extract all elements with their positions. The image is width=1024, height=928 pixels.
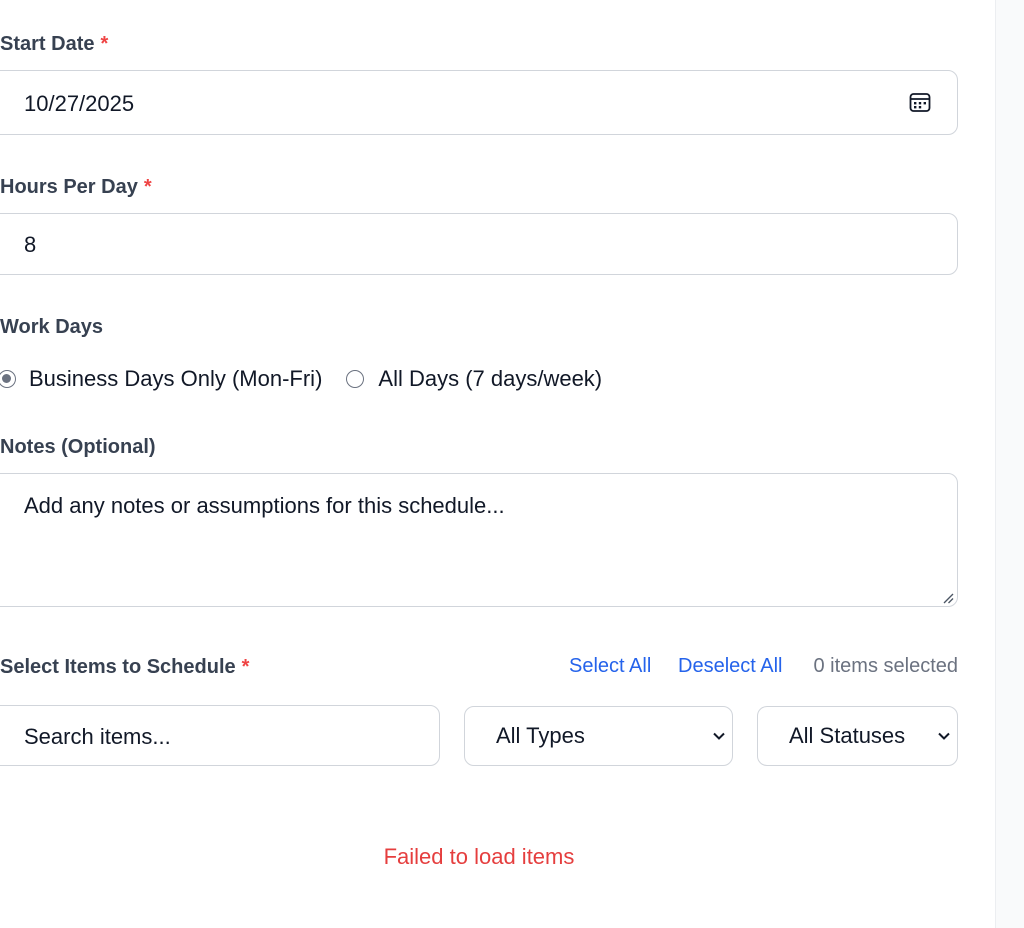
start-date-label: Start Date *	[0, 33, 108, 56]
required-asterisk: *	[100, 33, 109, 55]
notes-placeholder: Add any notes or assumptions for this sc…	[24, 493, 505, 518]
select-items-label: Select Items to Schedule *	[0, 656, 249, 679]
notes-textarea[interactable]: Add any notes or assumptions for this sc…	[0, 473, 958, 607]
required-asterisk: *	[143, 176, 152, 198]
notes-label-text: Notes (Optional)	[0, 436, 156, 458]
hours-per-day-label: Hours Per Day *	[0, 176, 152, 199]
load-error-message: Failed to load items	[383, 844, 575, 869]
selected-count: 0 items selected	[813, 655, 958, 677]
chevron-down-icon	[712, 729, 726, 743]
deselect-all-link[interactable]: Deselect All	[678, 655, 783, 678]
scrollbar-gutter	[995, 0, 1024, 928]
radio-business-days[interactable]	[0, 370, 16, 388]
schedule-form-page: Start Date* 10/27/2025 Hours Per Day*	[0, 0, 1024, 928]
select-items-label-text: Select Items to Schedule	[0, 656, 236, 678]
search-items-input[interactable]: Search items...	[0, 705, 440, 766]
chevron-down-icon	[937, 729, 951, 743]
type-filter-select[interactable]: All Types	[464, 706, 733, 766]
hours-per-day-label-text: Hours Per Day	[0, 176, 138, 198]
hours-per-day-value: 8	[24, 232, 37, 257]
work-days-label-text: Work Days	[0, 316, 104, 338]
start-date-value: 10/27/2025	[24, 91, 135, 116]
start-date-label-text: Start Date	[0, 33, 95, 55]
resize-handle-icon[interactable]	[942, 591, 954, 604]
radio-all-days-label[interactable]: All Days (7 days/week)	[378, 366, 602, 392]
work-days-label: Work Days	[0, 316, 103, 339]
calendar-icon[interactable]	[909, 91, 931, 113]
work-days-radio-group: Business Days Only (Mon-Fri) All Days (7…	[0, 362, 602, 396]
start-date-input[interactable]: 10/27/2025	[0, 70, 958, 135]
select-all-link[interactable]: Select All	[569, 655, 651, 678]
status-filter-select[interactable]: All Statuses	[757, 706, 958, 766]
status-filter-value: All Statuses	[789, 723, 906, 748]
radio-all-days[interactable]	[346, 370, 365, 388]
hours-per-day-input[interactable]: 8	[0, 213, 958, 275]
type-filter-value: All Types	[496, 723, 585, 748]
search-items-placeholder: Search items...	[24, 724, 171, 749]
radio-business-days-label[interactable]: Business Days Only (Mon-Fri)	[29, 366, 322, 392]
notes-label: Notes (Optional)	[0, 436, 156, 459]
required-asterisk: *	[241, 656, 250, 678]
